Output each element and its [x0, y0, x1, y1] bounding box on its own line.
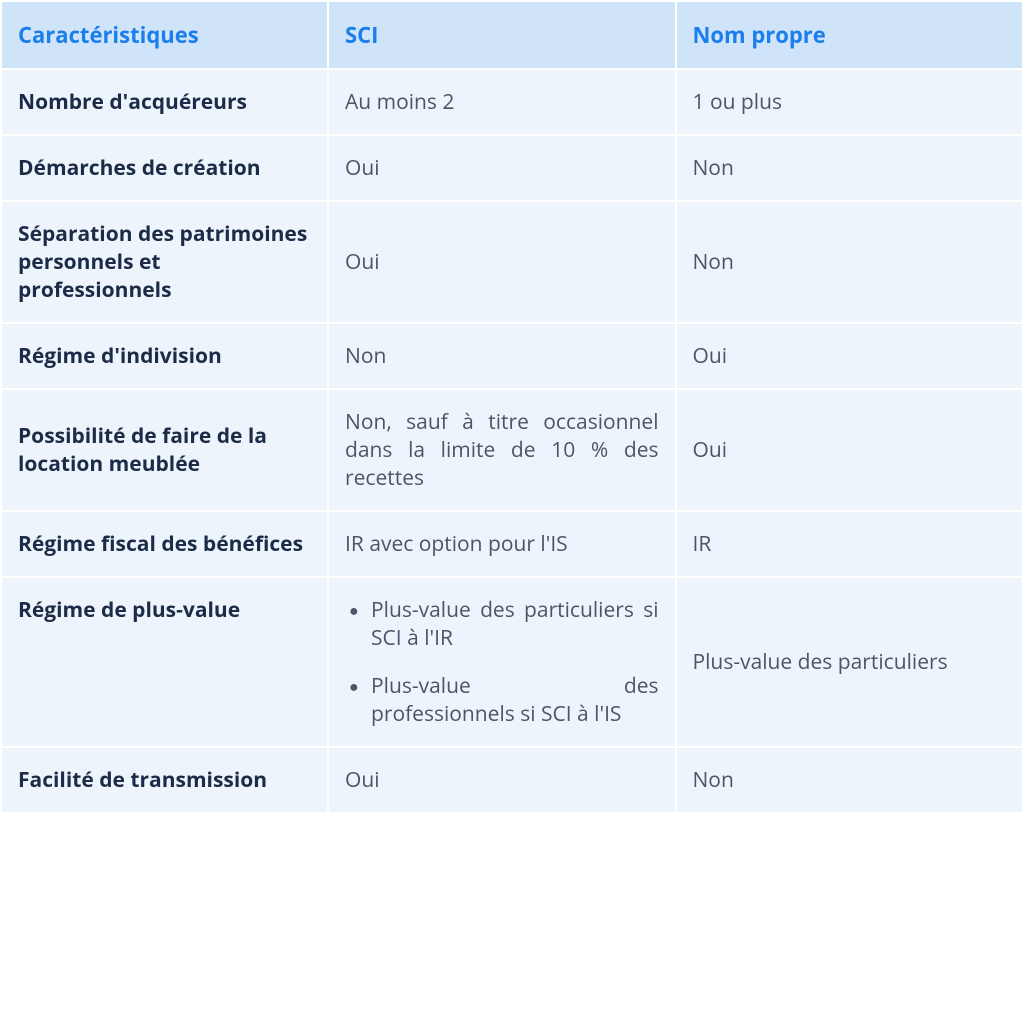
- row-sci-value: Oui: [328, 135, 675, 201]
- bullet-item: Plus-value des professionnels si SCI à l…: [345, 672, 658, 728]
- table-header-row: Caractéristiques SCI Nom propre: [1, 1, 1023, 69]
- row-label: Séparation des patrimoines personnels et…: [1, 201, 328, 323]
- row-nompropre-value: Oui: [676, 389, 1024, 511]
- row-label: Régime fiscal des bénéfices: [1, 511, 328, 577]
- row-label: Nombre d'acquéreurs: [1, 69, 328, 135]
- comparison-table: Caractéristiques SCI Nom propre Nombre d…: [0, 0, 1024, 814]
- row-sci-value: IR avec option pour l'IS: [328, 511, 675, 577]
- table-row: Démarches de création Oui Non: [1, 135, 1023, 201]
- header-sci: SCI: [328, 1, 675, 69]
- row-label: Possibilité de faire de la location meub…: [1, 389, 328, 511]
- table-row: Régime fiscal des bénéfices IR avec opti…: [1, 511, 1023, 577]
- row-label: Facilité de transmission: [1, 747, 328, 813]
- table-row: Possibilité de faire de la location meub…: [1, 389, 1023, 511]
- header-caracteristiques: Caractéristiques: [1, 1, 328, 69]
- row-sci-value: Oui: [328, 201, 675, 323]
- row-label: Démarches de création: [1, 135, 328, 201]
- row-nompropre-value: Non: [676, 201, 1024, 323]
- row-sci-value: Non: [328, 323, 675, 389]
- row-sci-value: Au moins 2: [328, 69, 675, 135]
- row-nompropre-value: 1 ou plus: [676, 69, 1024, 135]
- row-nompropre-value: IR: [676, 511, 1024, 577]
- row-nompropre-value: Plus-value des particuliers: [676, 577, 1024, 747]
- row-sci-value: Oui: [328, 747, 675, 813]
- row-label: Régime d'indivision: [1, 323, 328, 389]
- header-nom-propre: Nom propre: [676, 1, 1024, 69]
- table-row: Régime de plus-value Plus-value des part…: [1, 577, 1023, 747]
- bullet-item: Plus-value des particuliers si SCI à l'I…: [345, 596, 658, 652]
- table-row: Séparation des patrimoines personnels et…: [1, 201, 1023, 323]
- row-nompropre-value: Oui: [676, 323, 1024, 389]
- bullet-list: Plus-value des particuliers si SCI à l'I…: [345, 596, 658, 728]
- table-row: Nombre d'acquéreurs Au moins 2 1 ou plus: [1, 69, 1023, 135]
- table-row: Régime d'indivision Non Oui: [1, 323, 1023, 389]
- table-row: Facilité de transmission Oui Non: [1, 747, 1023, 813]
- row-sci-value: Plus-value des particuliers si SCI à l'I…: [328, 577, 675, 747]
- row-nompropre-value: Non: [676, 747, 1024, 813]
- row-nompropre-value: Non: [676, 135, 1024, 201]
- row-label: Régime de plus-value: [1, 577, 328, 747]
- row-sci-value: Non, sauf à titre occasionnel dans la li…: [328, 389, 675, 511]
